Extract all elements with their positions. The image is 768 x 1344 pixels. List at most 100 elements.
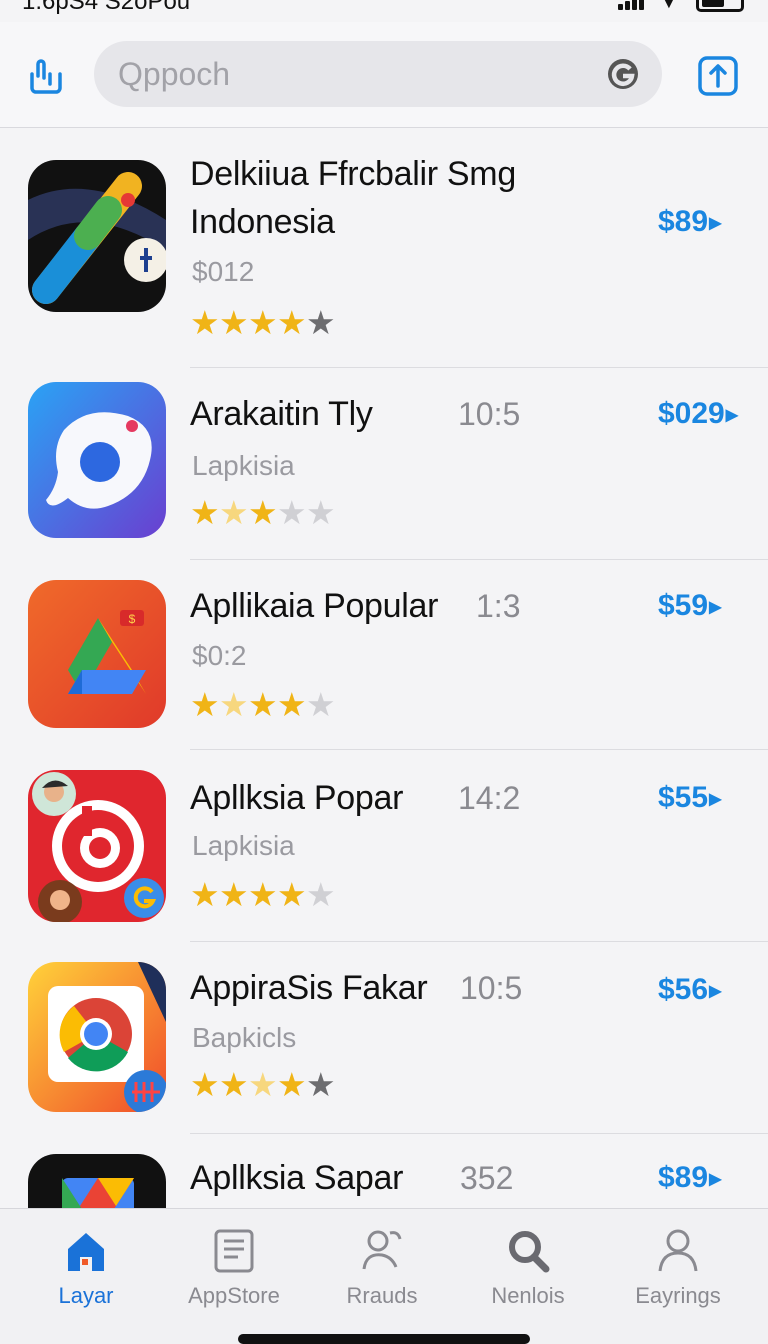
share-icon [30, 59, 62, 94]
star-icon: ★ [248, 304, 278, 341]
rating-stars: ★ ★ ★ ★ ★ [190, 494, 336, 531]
price-label: $89 [658, 1161, 709, 1194]
search-input[interactable] [118, 41, 598, 107]
battery-icon [696, 0, 744, 12]
app-title: Apllksia Popar [190, 779, 404, 817]
tab-nenlois[interactable]: Nenlois [458, 1223, 598, 1319]
price-button[interactable]: $029▶ [658, 394, 738, 436]
play-arrow-icon: ▶ [709, 599, 722, 616]
open-button[interactable] [696, 54, 740, 98]
g-logo-icon[interactable] [606, 57, 640, 91]
signal-icon [618, 0, 646, 10]
list-item[interactable]: Delkiiua Ffrcbalir Smg Indonesia $012 ★ ★… [0, 128, 768, 368]
svg-text:$: $ [129, 612, 136, 626]
star-icon: ★ [277, 686, 307, 723]
app-icon-5[interactable] [28, 962, 166, 1112]
app-icon-2[interactable] [28, 382, 166, 538]
list-item[interactable]: AppiraSis Fakar 10:5 Bapkicls ★ ★ ★ ★ ★ $56▶ [0, 942, 768, 1134]
star-icon: ★ [248, 494, 278, 531]
search-bar[interactable] [94, 41, 662, 107]
star-icon: ★ [190, 1066, 220, 1103]
rating-stars: ★ ★ ★ ★ ★ [190, 1066, 336, 1103]
app-title-line2: Indonesia [190, 203, 335, 241]
star-icon: ★ [248, 686, 278, 723]
price-label: $56 [658, 973, 709, 1006]
price-button[interactable]: $89▶ [658, 1158, 721, 1200]
star-icon: ★ [219, 1066, 249, 1103]
app-icon-6[interactable] [28, 1154, 166, 1208]
people-icon [362, 1230, 402, 1270]
list-item[interactable]: Arakaitin Tly 10:5 Lapkisia ★ ★ ★ ★ ★ $029▶ [0, 368, 768, 560]
app-title: AppiraSis Fakar [190, 969, 428, 1007]
star-icon: ★ [277, 1066, 307, 1103]
document-icon [214, 1229, 254, 1273]
rating-stars: ★ ★ ★ ★ ★ [190, 686, 336, 723]
app-title: Delkiiua Ffrcbalir Smg [190, 155, 516, 193]
star-icon: ★ [306, 876, 336, 913]
star-icon: ★ [248, 876, 278, 913]
app-meta: 10:5 [460, 970, 523, 1006]
tab-label: Layar [58, 1283, 114, 1308]
tab-eayrings[interactable]: Eayrings [608, 1223, 748, 1319]
price-button[interactable]: $89▶ [658, 202, 721, 244]
app-subtitle: Bapkicls [192, 1022, 297, 1053]
person-icon [658, 1229, 698, 1272]
status-time: 1:6pS4 S2oPou [22, 0, 191, 15]
price-label: $89 [658, 205, 709, 238]
star-icon: ★ [306, 304, 336, 341]
external-link-icon [698, 56, 738, 96]
price-label: $029 [658, 397, 725, 430]
price-label: $59 [658, 589, 709, 622]
star-icon: ★ [248, 1066, 278, 1103]
star-icon: ★ [190, 876, 220, 913]
app-subtitle: Lapkisia [192, 450, 295, 481]
tab-layar[interactable]: Layar [16, 1223, 156, 1319]
tab-label: AppStore [188, 1283, 280, 1308]
app-meta: 14:2 [458, 780, 521, 816]
play-arrow-icon: ▶ [709, 983, 722, 1000]
play-arrow-icon: ▶ [709, 791, 722, 808]
wifi-icon: ▼ [660, 0, 678, 12]
home-indicator [238, 1334, 530, 1344]
price-button[interactable]: $55▶ [658, 778, 721, 820]
star-icon: ★ [190, 494, 220, 531]
app-subtitle: Lapkisia [192, 830, 295, 861]
top-header [0, 22, 768, 128]
star-icon: ★ [306, 686, 336, 723]
play-arrow-icon: ▶ [709, 1171, 722, 1188]
rating-stars: ★ ★ ★ ★ ★ [190, 876, 336, 913]
list-item[interactable]: $ Apllikaia Popular 1:3 $0:2 ★ ★ ★ ★ ★ $59▶ [0, 560, 768, 750]
list-item[interactable]: Apllksia Popar 14:2 Lapkisia ★ ★ ★ ★ ★ $55▶ [0, 750, 768, 942]
star-icon: ★ [277, 304, 307, 341]
app-meta: 1:3 [476, 588, 521, 624]
star-icon: ★ [306, 1066, 336, 1103]
app-icon-1[interactable] [28, 160, 166, 312]
star-icon: ★ [277, 494, 307, 531]
app-meta: 10:5 [458, 396, 521, 432]
tab-label: Rrauds [346, 1283, 418, 1308]
star-icon: ★ [190, 686, 220, 723]
star-icon: ★ [219, 686, 249, 723]
share-button[interactable] [24, 54, 68, 98]
price-label: $55 [658, 781, 709, 814]
play-arrow-icon: ▶ [709, 215, 722, 232]
list-item[interactable]: Apllksia Sapar 352 $89▶ [0, 1134, 768, 1208]
star-icon: ★ [219, 494, 249, 531]
home-icon [68, 1233, 104, 1271]
tab-rrauds[interactable]: Rrauds [312, 1223, 452, 1319]
app-meta: 352 [460, 1160, 514, 1196]
app-icon-4[interactable] [28, 770, 166, 922]
status-bar: 1:6pS4 S2oPou ▼ [0, 0, 768, 22]
tab-bar: Layar AppStore Rrauds Nenlois Eayrings [0, 1208, 768, 1344]
search-icon [509, 1231, 550, 1273]
tab-label: Nenlois [491, 1283, 565, 1308]
app-title: Apllksia Sapar [190, 1159, 404, 1197]
price-button[interactable]: $56▶ [658, 970, 721, 1012]
app-list: Delkiiua Ffrcbalir Smg Indonesia $012 ★ ★… [0, 128, 768, 1208]
price-button[interactable]: $59▶ [658, 586, 721, 628]
app-subtitle: $012 [192, 256, 255, 287]
rating-stars: ★ ★ ★ ★ ★ [190, 304, 336, 341]
star-icon: ★ [306, 494, 336, 531]
app-icon-3[interactable]: $ [28, 580, 166, 728]
tab-appstore[interactable]: AppStore [164, 1223, 304, 1319]
